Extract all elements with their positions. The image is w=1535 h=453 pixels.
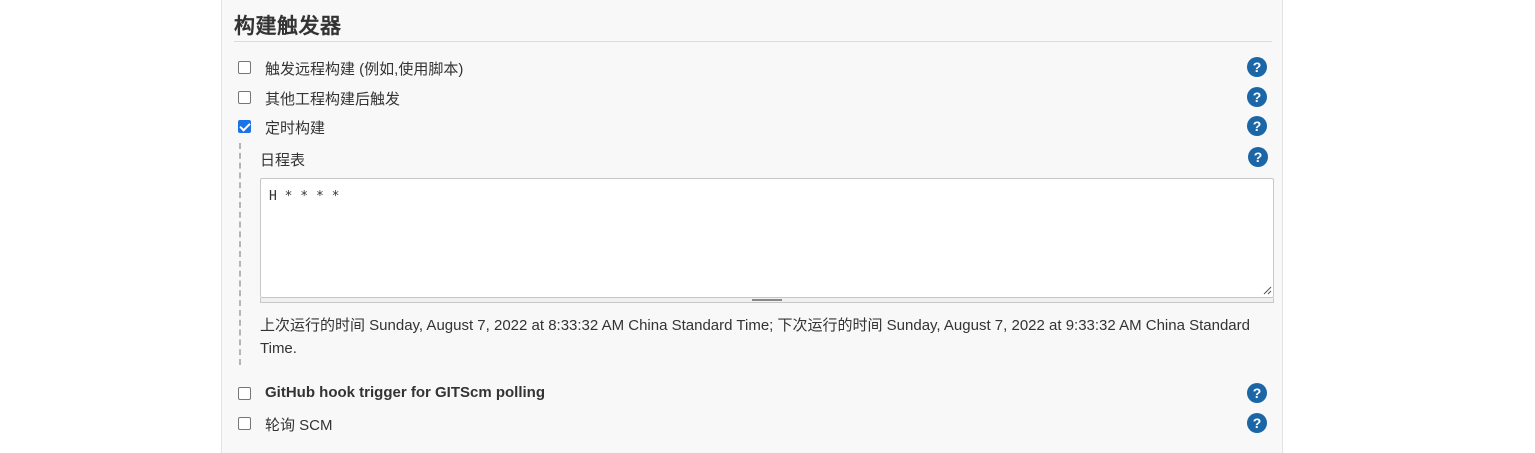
section-divider [234,41,1272,42]
drag-handle-icon[interactable] [752,299,782,301]
trigger-row-periodic-build: 定时构建 ? [238,116,1274,138]
resize-grip-icon[interactable] [1262,285,1272,295]
help-icon[interactable]: ? [1247,116,1267,136]
help-icon[interactable]: ? [1248,147,1268,167]
trigger-poll-scm-label[interactable]: 轮询 SCM [265,414,333,435]
help-icon[interactable]: ? [1247,383,1267,403]
textarea-expand-bar[interactable] [260,298,1274,303]
trigger-row-after-other-projects: 其他工程构建后触发 ? [238,87,1274,109]
trigger-periodic-build-checkbox[interactable] [238,120,251,133]
build-triggers-panel: 构建触发器 触发远程构建 (例如,使用脚本) ? 其他工程构建后触发 ? 定时构… [221,0,1283,453]
schedule-run-info: 上次运行的时间 Sunday, August 7, 2022 at 8:33:3… [260,317,1250,357]
trigger-remote-build-checkbox[interactable] [238,61,251,74]
trigger-after-other-projects-checkbox[interactable] [238,91,251,104]
section-title: 构建触发器 [234,15,342,38]
trigger-github-hook-label[interactable]: GitHub hook trigger for GITScm polling [265,384,545,401]
schedule-label: 日程表 [260,152,306,169]
trigger-row-remote-build: 触发远程构建 (例如,使用脚本) ? [238,57,1274,79]
trigger-row-poll-scm: 轮询 SCM ? [238,413,1274,435]
help-icon[interactable]: ? [1247,57,1267,77]
trigger-periodic-build-label[interactable]: 定时构建 [265,117,325,138]
schedule-config-group: 日程表 ? 上次运行的时间 Sunday, August 7, 2022 at … [239,143,1276,365]
help-icon[interactable]: ? [1247,87,1267,107]
trigger-github-hook-checkbox[interactable] [238,387,251,400]
help-icon[interactable]: ? [1247,413,1267,433]
trigger-remote-build-label[interactable]: 触发远程构建 (例如,使用脚本) [265,58,463,79]
schedule-input[interactable] [260,178,1274,298]
trigger-poll-scm-checkbox[interactable] [238,417,251,430]
trigger-after-other-projects-label[interactable]: 其他工程构建后触发 [265,88,400,109]
trigger-row-github-hook: GitHub hook trigger for GITScm polling ? [238,383,1274,405]
